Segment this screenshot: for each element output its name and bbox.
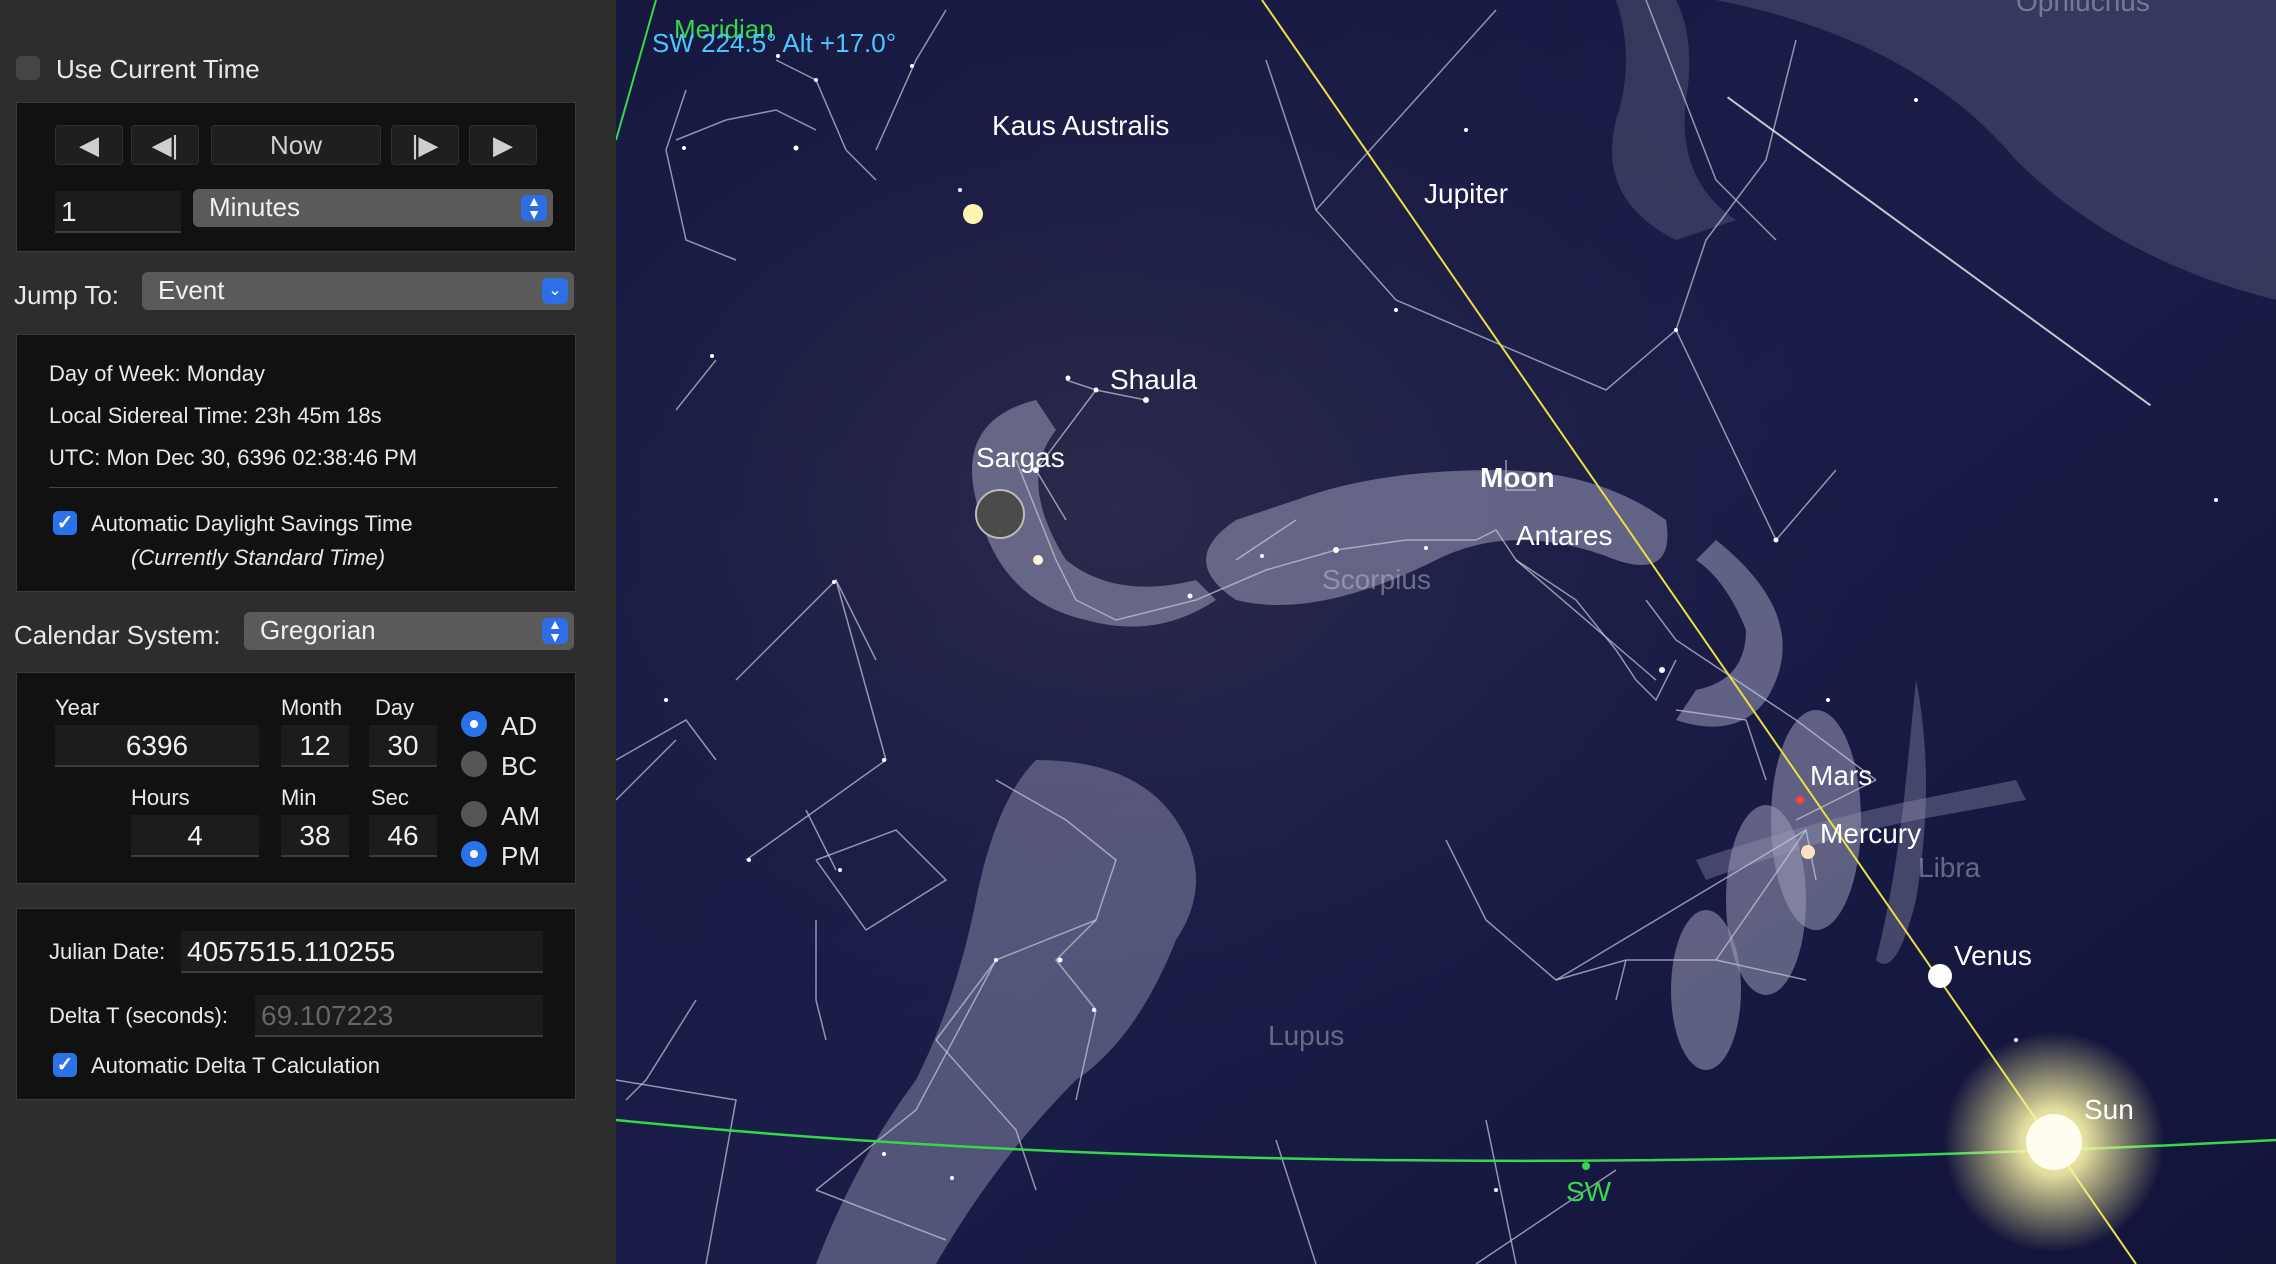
jupiter-label: Jupiter — [1424, 178, 1509, 209]
step-unit-value: Minutes — [209, 192, 301, 222]
sw-marker — [1582, 1162, 1590, 1170]
now-button[interactable]: Now — [211, 125, 381, 165]
ad-label: AD — [501, 711, 538, 741]
moon-label: Moon — [1480, 462, 1555, 493]
sec-label: Sec — [371, 785, 409, 810]
antares-icon[interactable] — [1033, 555, 1043, 565]
select-stepper-icon: ▲ ▼ — [521, 194, 547, 221]
sec-input[interactable]: 46 — [369, 815, 437, 857]
delta-t-input[interactable]: 69.107223 — [255, 995, 543, 1037]
time-flow-panel: Use Current Time ◀ ◀| Now |▶ ▶ 1 Minutes… — [0, 0, 616, 1264]
year-input[interactable]: 6396 — [55, 725, 259, 767]
mercury-icon[interactable] — [1801, 845, 1815, 859]
sun-label: Sun — [2084, 1094, 2134, 1125]
day-input[interactable]: 30 — [369, 725, 437, 767]
auto-delta-t-checkbox[interactable]: ✓ — [53, 1053, 77, 1077]
kaus-australis-label: Kaus Australis — [992, 110, 1170, 141]
step-amount-input[interactable]: 1 — [55, 191, 181, 233]
date-time-box: Year Month Day 6396 12 30 Hours Min Sec … — [16, 672, 576, 884]
hours-input[interactable]: 4 — [131, 815, 259, 857]
calendar-system-value: Gregorian — [260, 615, 376, 645]
year-label: Year — [55, 695, 100, 720]
julian-date-label: Julian Date: — [49, 939, 166, 964]
step-unit-select[interactable]: Minutes ▲ ▼ — [193, 189, 553, 227]
step-forward-button[interactable]: |▶ — [391, 125, 459, 165]
scorpius-label: Scorpius — [1322, 564, 1431, 595]
pm-radio[interactable] — [461, 841, 487, 867]
dst-status: (Currently Standard Time) — [131, 545, 386, 570]
hours-label: Hours — [131, 785, 190, 810]
bc-label: BC — [501, 751, 538, 781]
direction-readout: SW 224.5° Alt +17.0° — [652, 28, 897, 58]
libra-label: Libra — [1918, 852, 1981, 883]
am-label: AM — [501, 801, 540, 831]
ophiuchus-label: Ophiuchus — [2016, 0, 2150, 17]
pm-label: PM — [501, 841, 540, 871]
sun-icon[interactable] — [2026, 1114, 2082, 1170]
step-back-button[interactable]: ◀| — [131, 125, 199, 165]
use-current-time-label: Use Current Time — [56, 54, 260, 84]
use-current-time-checkbox[interactable] — [16, 56, 40, 80]
mercury-label: Mercury — [1820, 818, 1922, 849]
venus-label: Venus — [1954, 940, 2032, 971]
divider — [49, 487, 557, 488]
auto-delta-t-label: Automatic Delta T Calculation — [91, 1053, 380, 1078]
month-label: Month — [281, 695, 343, 720]
sargas-label: Sargas — [976, 442, 1065, 473]
time-info-box: Day of Week: Monday Local Sidereal Time:… — [16, 334, 576, 592]
bc-radio[interactable] — [461, 751, 487, 777]
local-sidereal-time: Local Sidereal Time: 23h 45m 18s — [49, 403, 382, 428]
lupus-label: Lupus — [1268, 1020, 1345, 1051]
moon-icon[interactable] — [975, 489, 1025, 539]
chevron-down-icon: ⌄ — [542, 278, 568, 304]
am-radio[interactable] — [461, 801, 487, 827]
julian-box: Julian Date: 4057515.110255 Delta T (sec… — [16, 908, 576, 1100]
min-input[interactable]: 38 — [281, 815, 349, 857]
ad-radio[interactable] — [461, 711, 487, 737]
antares-label: Antares — [1516, 520, 1613, 551]
venus-icon[interactable] — [1928, 964, 1952, 988]
julian-date-input[interactable]: 4057515.110255 — [181, 931, 543, 973]
day-label: Day — [375, 695, 415, 720]
day-of-week: Day of Week: Monday — [49, 361, 266, 386]
jupiter-icon[interactable] — [963, 204, 983, 224]
step-back-fast-button[interactable]: ◀ — [55, 125, 123, 165]
jump-to-value: Event — [158, 275, 225, 305]
shaula-label: Shaula — [1110, 364, 1198, 395]
auto-dst-checkbox[interactable]: ✓ — [53, 511, 77, 535]
delta-t-label: Delta T (seconds): — [49, 1003, 228, 1028]
utc-time: UTC: Mon Dec 30, 6396 02:38:46 PM — [49, 445, 418, 470]
min-label: Min — [281, 785, 317, 810]
calendar-system-select[interactable]: Gregorian ▲ ▼ — [244, 612, 574, 650]
time-step-box: ◀ ◀| Now |▶ ▶ 1 Minutes ▲ ▼ — [16, 102, 576, 252]
month-input[interactable]: 12 — [281, 725, 349, 767]
mars-label: Mars — [1810, 760, 1873, 791]
auto-dst-label: Automatic Daylight Savings Time — [91, 511, 413, 536]
select-stepper-icon: ▲ ▼ — [542, 617, 568, 644]
step-forward-fast-button[interactable]: ▶ — [469, 125, 537, 165]
sw-direction-label: SW — [1566, 1176, 1612, 1207]
jump-to-select[interactable]: Event ⌄ — [142, 272, 574, 310]
jump-to-label: Jump To: — [14, 280, 120, 310]
mars-icon[interactable] — [1796, 796, 1804, 804]
sky-view[interactable]: Meridian SW 224.5° Alt +17.0° Ophiuchus … — [616, 0, 2276, 1264]
calendar-system-label: Calendar System: — [14, 620, 221, 650]
